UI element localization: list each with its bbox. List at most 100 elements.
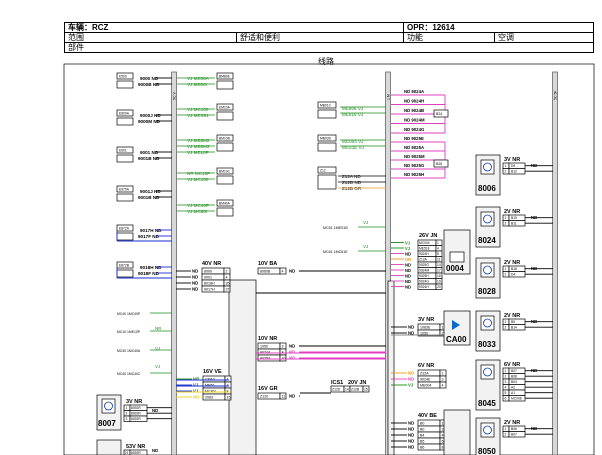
rail-mid-label: 1 M	[387, 94, 391, 100]
mid-block-tag-text: EM10A	[219, 106, 231, 110]
conn-16v-ve-title: 16V VE	[203, 369, 222, 375]
comp-8028-pin-text: 2	[505, 273, 507, 277]
comp-8006-pin-text: 1	[505, 164, 507, 168]
conn-40v-be-pin-text: 8	[442, 446, 444, 450]
conn-40v-row-text: 8018H	[204, 282, 215, 286]
conn-26v-pin-text: 5	[437, 252, 439, 256]
conn-40v-pin-text: 4	[226, 276, 228, 280]
left-small-label: MC40 1MC40A	[117, 349, 141, 353]
conn-10v-nr-wire-label: ND	[289, 344, 295, 349]
conn-40v-be-row-text: B0	[420, 428, 424, 432]
comp-8045-pin-text: 6	[505, 397, 507, 401]
comp-8006-row-text: D9	[511, 164, 515, 168]
conn-40v-be-pin-text: 5	[442, 440, 444, 444]
mid-block-body	[216, 111, 234, 121]
mid-block-tag-text: BM40A	[219, 202, 231, 206]
mid-block-label: VJ ME08A	[187, 76, 210, 81]
conn-6v-nr-wire-label: ND	[408, 371, 414, 376]
left-block-label-1: 9018H ND	[140, 265, 162, 270]
left-block-label-1: 9000J ND	[140, 113, 161, 118]
conn-16v-gr-wire-label: ND	[289, 394, 295, 399]
left-block-tag-text: E872A	[119, 227, 130, 231]
mid-block-label: VJ MC80I	[187, 209, 207, 214]
comp-8028-id: 8028	[478, 287, 496, 296]
comp-8024-wire-label: ND	[531, 215, 537, 220]
mc-label: MC51 1MES1B	[323, 226, 348, 230]
conn-26v-row-text: MC004	[419, 241, 430, 245]
left-small-vj: VJ	[155, 364, 160, 369]
conn-3v-mid-wire-label: ND	[408, 325, 414, 330]
conn-26v-pin-text: 18	[437, 274, 441, 278]
conn-6v-nr-pin-text: 1	[442, 372, 444, 376]
comp-8024-title: 2V NR	[504, 209, 520, 215]
comp-bottom-pin-text: 21	[125, 451, 129, 455]
conn-16v-gr-pin-text: 11	[282, 395, 286, 399]
comp-8045-row-text: A2	[511, 386, 515, 390]
conn-26v-row-text: 9024M	[419, 269, 429, 273]
comp-8050-pin-text: 1	[505, 427, 507, 431]
conn-3v-mid-title: 3V NR	[418, 317, 434, 323]
comp-8045-id: 8045	[478, 399, 496, 408]
comp-8024-icon	[480, 211, 495, 227]
mid-block-label: VJ MB5M3	[187, 144, 210, 149]
conn-40v-be-row-text: B0	[420, 422, 424, 426]
conn-6v-nr-row-text: Z12A	[420, 372, 429, 376]
left-block-label-2: 9000B ND	[138, 82, 160, 87]
conn-26v-title: 26V JN	[419, 233, 437, 239]
conn-26v-wire-label: ND	[405, 284, 411, 289]
left-small-label: MC10 1ME10P	[117, 330, 141, 334]
left-block-body	[116, 117, 134, 126]
comp-8045-pin-text: 2	[505, 375, 507, 379]
conn-16v-gr-title: 16V GR	[258, 386, 278, 392]
conn-6v-nr-title: 6V NR	[418, 363, 434, 369]
left-block-label-2: 9001B ND	[138, 195, 160, 200]
left-block-tag-text: E600A	[119, 112, 130, 116]
comp-ca00-id: CA00	[446, 335, 467, 344]
conn-40v-wire-label: ND	[192, 269, 198, 274]
mid-right-tag-text: MB03D	[320, 137, 332, 141]
left-block-body	[116, 232, 134, 241]
conn-26v-row-text: 9024H	[419, 252, 429, 256]
conn-26v-wire-label: VJ	[405, 240, 410, 245]
conn-16v-gr-row-text: Z120	[260, 395, 268, 399]
left-small-vj: VJ	[155, 346, 160, 351]
mid-block-body	[216, 175, 234, 185]
comp-8006-row-text: B12	[511, 170, 517, 174]
conn-40v-be-title: 40V BE	[418, 413, 437, 419]
comp-8050-title: 2V NR	[504, 420, 520, 426]
comp-8045-pin-text: 3	[505, 380, 507, 384]
comp-8024-row-text: B11	[511, 222, 517, 226]
rail-right	[552, 71, 558, 455]
left-block-body	[116, 269, 134, 278]
conn-6v-nr-pin-text: 4	[442, 384, 444, 388]
conn-6v-nr-wire-label: VJ	[408, 383, 414, 388]
conn-40v-row-text: 9017H	[204, 288, 215, 292]
conn-20v-title: 20V JN	[348, 380, 366, 386]
nd-group2-label: ND 9025E	[404, 136, 424, 141]
conn-26v-row-text: Z12A	[419, 258, 428, 262]
mid-block-label: VJ ME08I	[187, 82, 207, 87]
comp-8033-title: 2V NR	[504, 313, 520, 319]
comp-8007-wire-label: ND	[152, 408, 158, 413]
conn-40v-be-row-text: B4	[420, 434, 424, 438]
left-block-body	[116, 80, 134, 89]
comp-8024-row-text: B19	[511, 216, 517, 220]
conn-6v-nr-row-text: 9024E	[420, 378, 431, 382]
conn-26v-pin-text: 1	[437, 241, 439, 245]
comp-8007-pin-text: 1	[126, 406, 128, 410]
mc-vj: VJ	[363, 220, 368, 225]
conn-40v-be-pin-text: 1	[442, 422, 444, 426]
conn-16v-ve-pin-text: 16	[227, 396, 231, 400]
conn-26v-pin-text: 11	[437, 258, 441, 262]
conn-3v-mid-pin-text: 1	[442, 326, 444, 330]
nd-group1-label: ND 9024G	[404, 127, 425, 132]
conn-20v-pin-text: 15	[364, 388, 368, 392]
comp-8033-wire-label: ND	[531, 319, 537, 324]
comp-8045-wire-label: ND	[531, 368, 537, 373]
conn-26v-wire-label: ND	[405, 251, 411, 256]
left-block-label-2: 9018F ND	[138, 271, 160, 276]
left-small-label: MC40 1MC40C	[117, 372, 141, 376]
comp-8007-id: 8007	[98, 419, 116, 428]
conn-3v-mid-row-text: 1083E	[420, 326, 431, 330]
conn-16v-ve-row-text: 2083	[205, 396, 213, 400]
